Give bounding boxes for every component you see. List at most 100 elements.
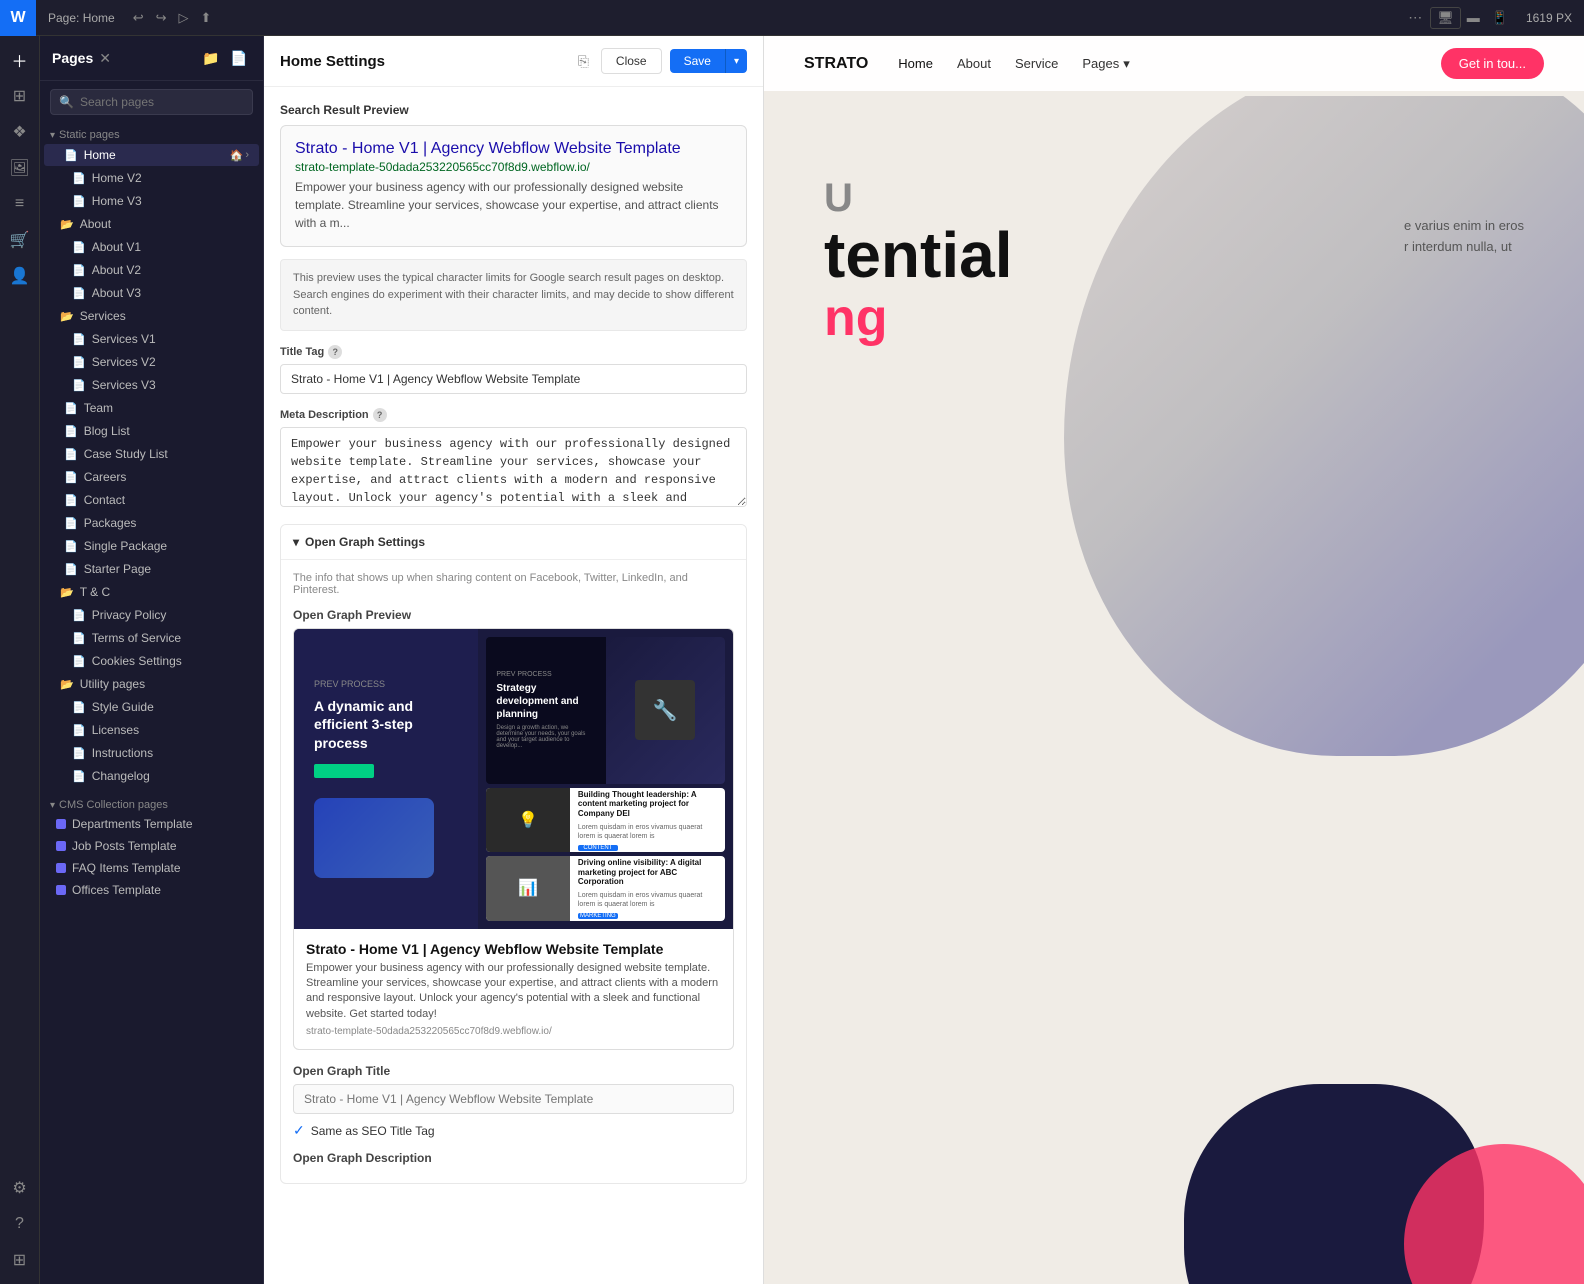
- folder-services[interactable]: 📂 Services: [40, 305, 263, 327]
- page-item-servicesv1[interactable]: 📄 Services V1: [44, 328, 259, 350]
- toolbar-cms-icon[interactable]: ≡: [4, 188, 36, 220]
- page-item-team[interactable]: 📄 Team: [44, 397, 259, 419]
- cms-name-departments: Departments Template: [72, 817, 193, 831]
- same-as-seo-row[interactable]: ✓ Same as SEO Title Tag: [293, 1122, 734, 1139]
- preview-title: Strato - Home V1 | Agency Webflow Websit…: [295, 140, 732, 158]
- save-button[interactable]: Save: [670, 49, 725, 73]
- page-item-cookiessettings[interactable]: 📄 Cookies Settings: [44, 650, 259, 672]
- toolbar-assets-icon[interactable]: 🖼: [4, 152, 36, 184]
- meta-description-help-icon[interactable]: ?: [373, 408, 387, 422]
- folder-tandc[interactable]: 📂 T & C: [40, 581, 263, 603]
- page-item-casestudylist[interactable]: 📄 Case Study List: [44, 443, 259, 465]
- cms-item-faqitems[interactable]: FAQ Items Template: [40, 857, 263, 879]
- page-item-contact[interactable]: 📄 Contact: [44, 489, 259, 511]
- title-tag-help-icon[interactable]: ?: [328, 345, 342, 359]
- page-item-instructions[interactable]: 📄 Instructions: [44, 742, 259, 764]
- undo-button[interactable]: ↩: [127, 10, 150, 26]
- more-options-icon[interactable]: ⋯: [1400, 9, 1430, 26]
- toolbar-help-icon[interactable]: ?: [4, 1208, 36, 1240]
- og-card2-title: Driving online visibility: A digital mar…: [578, 858, 717, 887]
- canvas-mode-icon[interactable]: 🖥: [1430, 7, 1461, 29]
- toolbar-add-icon[interactable]: ＋: [4, 44, 36, 76]
- nav-link-about[interactable]: About: [957, 56, 991, 72]
- page-item-homev2[interactable]: 📄 Home V2: [44, 167, 259, 189]
- page-item-homev3[interactable]: 📄 Home V3: [44, 190, 259, 212]
- home-icon: 🏠: [230, 149, 244, 162]
- og-left-title: A dynamic and efficient 3-step process: [314, 697, 458, 752]
- og-card1-text: Lorem quisdam in eros vivamus quaerat lo…: [578, 823, 717, 841]
- page-item-starterpage[interactable]: 📄 Starter Page: [44, 558, 259, 580]
- site-cta-button[interactable]: Get in tou...: [1441, 48, 1544, 79]
- page-item-styleguide[interactable]: 📄 Style Guide: [44, 696, 259, 718]
- webflow-logo[interactable]: W: [0, 0, 36, 36]
- page-name-changelog: Changelog: [92, 769, 249, 783]
- page-item-aboutv3[interactable]: 📄 About V3: [44, 282, 259, 304]
- page-item-servicesv3[interactable]: 📄 Services V3: [44, 374, 259, 396]
- toolbar-apps-icon[interactable]: ⊞: [4, 1244, 36, 1276]
- page-item-servicesv2[interactable]: 📄 Services V2: [44, 351, 259, 373]
- folder-utilitypages[interactable]: 📂 Utility pages: [40, 673, 263, 695]
- og-left-tag: PREV PROCESS: [314, 679, 458, 689]
- og-card1-btn: CONTENT: [578, 845, 618, 851]
- toolbar-ecomm-icon[interactable]: 🛒: [4, 224, 36, 256]
- nav-pages-dropdown[interactable]: Pages ▾: [1082, 56, 1129, 72]
- page-file-icon: 📄: [64, 540, 78, 553]
- folder-about[interactable]: 📂 About: [40, 213, 263, 235]
- publish-button[interactable]: ⬆: [195, 10, 218, 26]
- toolbar-components-icon[interactable]: ❖: [4, 116, 36, 148]
- redo-button[interactable]: ↪: [150, 10, 173, 26]
- page-file-icon: 📄: [64, 517, 78, 530]
- meta-description-textarea[interactable]: Empower your business agency with our pr…: [280, 427, 747, 507]
- nav-link-home[interactable]: Home: [898, 56, 933, 72]
- cms-pages-section-header[interactable]: ▾ CMS Collection pages: [40, 793, 263, 813]
- cms-pages-label: CMS Collection pages: [59, 799, 168, 811]
- og-preview-bottom-title: Strato - Home V1 | Agency Webflow Websit…: [306, 941, 721, 957]
- page-file-icon: 📄: [72, 172, 86, 185]
- page-name-termsofservice: Terms of Service: [92, 631, 249, 645]
- save-dropdown-button[interactable]: ▾: [725, 49, 747, 73]
- hero-desc-line1: e varius enim in eros: [1404, 216, 1524, 237]
- cms-item-offices[interactable]: Offices Template: [40, 879, 263, 901]
- preview-button[interactable]: ▷: [173, 10, 195, 26]
- cms-item-jobposts[interactable]: Job Posts Template: [40, 835, 263, 857]
- og-preview-image: PREV PROCESS A dynamic and efficient 3-s…: [294, 629, 733, 929]
- page-item-aboutv1[interactable]: 📄 About V1: [44, 236, 259, 258]
- tablet-icon[interactable]: ▬: [1461, 10, 1486, 25]
- og-card1-title: Building Thought leadership: A content m…: [578, 790, 717, 819]
- page-item-home[interactable]: 📄 Home 🏠 ›: [44, 144, 259, 166]
- static-pages-section-header[interactable]: ▾ Static pages: [40, 123, 263, 143]
- pages-panel-close[interactable]: ✕: [99, 50, 111, 67]
- toolbar-pages-icon[interactable]: ⊞: [4, 80, 36, 112]
- close-button[interactable]: Close: [601, 48, 662, 74]
- title-tag-input[interactable]: [280, 364, 747, 394]
- page-item-packages[interactable]: 📄 Packages: [44, 512, 259, 534]
- page-item-changelog[interactable]: 📄 Changelog: [44, 765, 259, 787]
- toolbar-users-icon[interactable]: 👤: [4, 260, 36, 292]
- nav-link-service[interactable]: Service: [1015, 56, 1058, 72]
- add-page-icon[interactable]: 📄: [227, 46, 251, 70]
- og-title-input[interactable]: [293, 1084, 734, 1114]
- og-card-1: 💡 Building Thought leadership: A content…: [486, 788, 725, 852]
- og-settings-header[interactable]: ▾ Open Graph Settings: [281, 525, 746, 559]
- page-file-icon: 📄: [72, 609, 86, 622]
- page-item-privacypolicy[interactable]: 📄 Privacy Policy: [44, 604, 259, 626]
- mobile-icon[interactable]: 📱: [1486, 10, 1514, 26]
- static-pages-label: Static pages: [59, 129, 120, 141]
- og-header-tag: PREV PROCESS: [496, 671, 595, 678]
- page-item-aboutv2[interactable]: 📄 About V2: [44, 259, 259, 281]
- page-item-singlepackage[interactable]: 📄 Single Package: [44, 535, 259, 557]
- page-item-licenses[interactable]: 📄 Licenses: [44, 719, 259, 741]
- page-item-bloglist[interactable]: 📄 Blog List: [44, 420, 259, 442]
- px-label: 1619 PX: [1514, 11, 1584, 25]
- add-folder-icon[interactable]: 📁: [199, 46, 223, 70]
- cms-item-departments[interactable]: Departments Template: [40, 813, 263, 835]
- page-item-termsofservice[interactable]: 📄 Terms of Service: [44, 627, 259, 649]
- search-input[interactable]: [80, 95, 244, 109]
- copy-link-icon[interactable]: ⎘: [574, 49, 593, 74]
- page-item-careers[interactable]: 📄 Careers: [44, 466, 259, 488]
- pages-link-label: Pages: [1082, 56, 1119, 71]
- search-box[interactable]: 🔍: [50, 89, 253, 115]
- hero-heading: Utential ng: [824, 176, 1012, 348]
- toolbar-settings-icon[interactable]: ⚙: [4, 1172, 36, 1204]
- left-toolbar: ＋ ⊞ ❖ 🖼 ≡ 🛒 👤 ⚙ ? ⊞: [0, 36, 40, 1284]
